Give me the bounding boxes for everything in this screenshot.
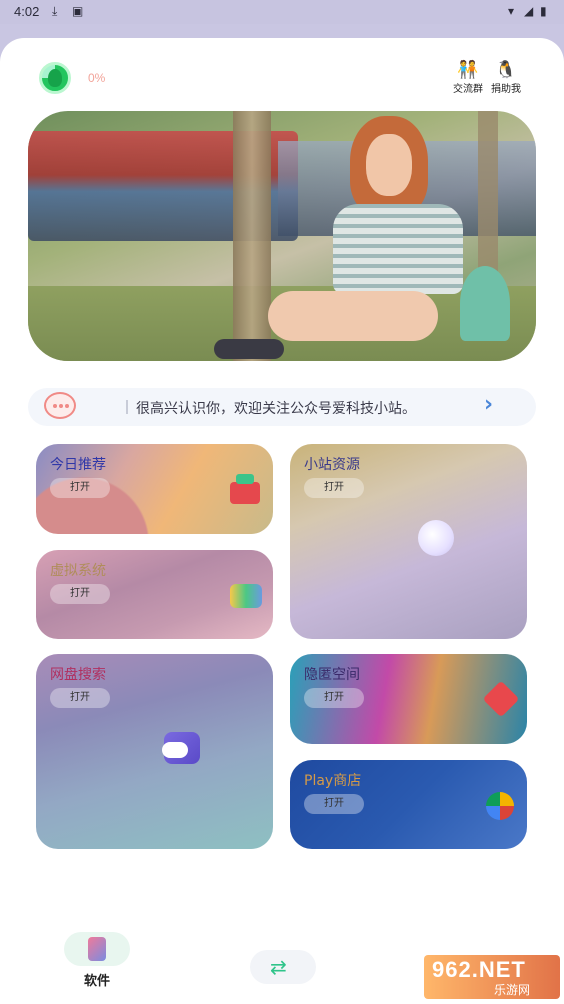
notice-bar[interactable]: 很高兴认识你，欢迎关注公众号爱科技小站。 › (28, 388, 536, 426)
banner-shoe (214, 339, 284, 359)
progress-percent: 0% (88, 71, 106, 85)
open-button[interactable]: 打开 (304, 478, 364, 498)
notice-divider (126, 400, 128, 414)
card-daily-recommend[interactable]: 今日推荐 打开 (36, 444, 273, 534)
watermark-main: 962.NET (432, 957, 526, 982)
progress-ring[interactable] (39, 62, 71, 94)
card-site-resources[interactable]: 小站资源 打开 (290, 444, 527, 639)
heart-chevron-icon (482, 680, 520, 718)
card-title: 小站资源 (304, 457, 360, 473)
card-title: 虚拟系统 (50, 563, 106, 579)
open-button[interactable]: 打开 (50, 688, 110, 708)
open-button[interactable]: 打开 (304, 688, 364, 708)
open-button[interactable]: 打开 (50, 584, 110, 604)
watermark-sub: 乐游网 (494, 983, 531, 997)
open-button[interactable]: 打开 (304, 794, 364, 814)
group-chat-button[interactable]: 🧑‍🤝‍🧑 交流群 (448, 60, 488, 95)
nav-item-software[interactable]: 软件 (64, 932, 130, 989)
donate-button[interactable]: 🐧 捐助我 (486, 60, 526, 95)
group-chat-label: 交流群 (453, 84, 483, 95)
nav-pill (64, 932, 130, 966)
chat-bubble-icon (44, 392, 76, 419)
a-icon: ▣ (72, 4, 84, 18)
donate-icon: 🐧 (495, 60, 517, 79)
card-play-store[interactable]: Play商店 打开 (290, 760, 527, 849)
status-bar: 4:02 ⤓ ▣ ▾ ◢ ▮ (0, 0, 564, 24)
card-title: 网盘搜索 (50, 667, 106, 683)
card-hidden-space[interactable]: 隐匿空间 打开 (290, 654, 527, 744)
signal-icon: ◢ (524, 4, 534, 18)
card-cloud-search[interactable]: 网盘搜索 打开 (36, 654, 273, 849)
wifi-icon: ▾ (508, 4, 515, 18)
nav-label-software: 软件 (83, 974, 110, 989)
nav-item-transfer[interactable]: ⇄ (250, 950, 316, 984)
photos-icon (486, 792, 514, 820)
battery-icon: ▮ (540, 4, 547, 18)
download-icon: ⤓ (52, 4, 58, 18)
card-title: Play商店 (304, 773, 362, 789)
transfer-icon: ⇄ (270, 955, 287, 979)
wallet-icon (230, 482, 260, 504)
group-chat-icon: 🧑‍🤝‍🧑 (457, 60, 479, 79)
leaf-icon (48, 69, 62, 87)
banner-person (268, 116, 478, 361)
bubble-icon (418, 520, 454, 556)
card-title: 今日推荐 (50, 457, 106, 473)
chevron-right-icon[interactable]: › (484, 392, 493, 417)
cloud-shape (162, 742, 188, 758)
open-button[interactable]: 打开 (50, 478, 110, 498)
status-time: 4:02 (14, 4, 40, 19)
apps-icon (88, 937, 106, 961)
card-virtual-system[interactable]: 虚拟系统 打开 (36, 550, 273, 639)
card-title: 隐匿空间 (304, 667, 360, 683)
nav-pill: ⇄ (250, 950, 316, 984)
site-watermark: 962.NET 乐游网 (424, 955, 560, 999)
banner-image[interactable] (28, 111, 536, 361)
banner-tree (233, 111, 271, 361)
donate-label: 捐助我 (491, 84, 521, 95)
notice-text: 很高兴认识你，欢迎关注公众号爱科技小站。 (136, 401, 416, 417)
chart-icon (230, 584, 262, 608)
wallet-icon-top (236, 474, 254, 484)
